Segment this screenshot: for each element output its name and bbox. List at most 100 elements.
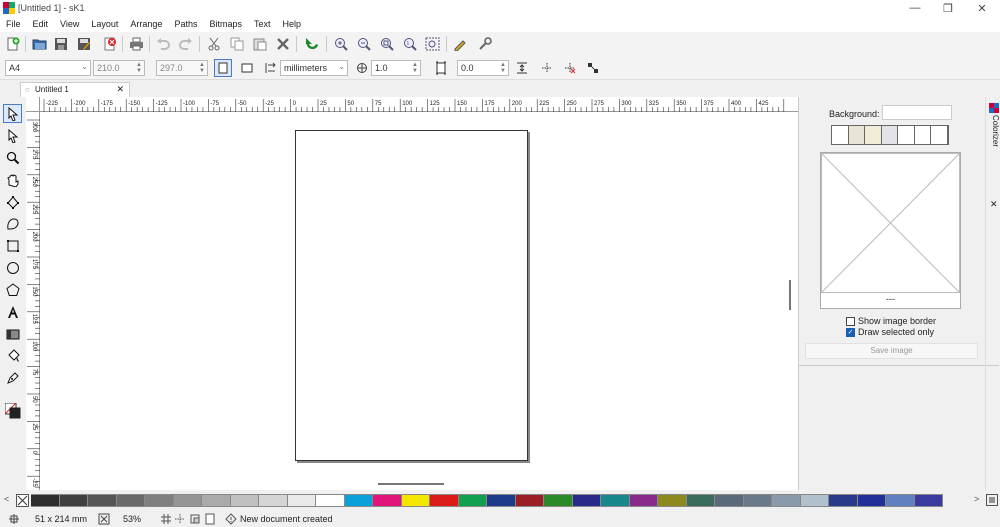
open-icon[interactable] [30, 35, 48, 53]
background-swatch[interactable] [931, 126, 949, 144]
gradient-tool-icon[interactable] [3, 324, 22, 343]
menu-file[interactable]: File [0, 16, 27, 32]
horizontal-ruler[interactable]: -225 -200 -175 -150 -125 -100 -75 -50 -25 0 25 50 75… [40, 97, 798, 112]
undo-icon[interactable] [154, 35, 172, 53]
palette-color-swatch[interactable] [544, 494, 573, 507]
delete-icon[interactable] [274, 35, 292, 53]
palette-color-swatch[interactable] [287, 494, 316, 507]
palette-color-swatch[interactable] [173, 494, 202, 507]
zoom-in-icon[interactable] [332, 35, 350, 53]
page-format-select[interactable]: A4 ⌄ [5, 60, 91, 76]
ellipse-tool-icon[interactable] [3, 258, 22, 277]
palette-color-swatch[interactable] [800, 494, 829, 507]
zoom-out-icon[interactable] [355, 35, 373, 53]
background-color-field[interactable] [882, 105, 952, 120]
menu-bitmaps[interactable]: Bitmaps [203, 16, 248, 32]
page-border-icon[interactable] [432, 59, 450, 77]
palette-color-swatch[interactable] [373, 494, 402, 507]
palette-color-swatch[interactable] [230, 494, 259, 507]
palette-color-swatch[interactable] [259, 494, 288, 507]
background-swatch[interactable] [898, 126, 915, 144]
zoom-selection-icon[interactable] [423, 35, 441, 53]
menu-view[interactable]: View [54, 16, 85, 32]
palette-color-swatch[interactable] [658, 494, 687, 507]
background-swatch[interactable] [848, 126, 866, 144]
tab-close-icon[interactable]: ✕ [116, 83, 124, 96]
palette-color-swatch[interactable] [886, 494, 915, 507]
align-distribute-icon[interactable] [513, 59, 531, 77]
palette-menu-icon[interactable] [986, 494, 998, 506]
draw-selected-option[interactable]: ✓ Draw selected only [846, 327, 934, 337]
palette-color-swatch[interactable] [601, 494, 630, 507]
menu-arrange[interactable]: Arrange [124, 16, 168, 32]
object-snap-icon[interactable] [189, 513, 201, 525]
palette-scroll-left-icon[interactable]: < [4, 494, 9, 504]
ruler-corner[interactable] [26, 97, 40, 112]
pen-tool-icon[interactable] [3, 368, 22, 387]
background-swatch[interactable] [881, 126, 899, 144]
palette-color-swatch[interactable] [686, 494, 715, 507]
grid-snap-icon[interactable] [160, 513, 172, 525]
refresh-icon[interactable] [303, 35, 321, 53]
zoom-status-icon[interactable] [98, 513, 110, 525]
background-swatch[interactable] [865, 126, 882, 144]
no-color-swatch[interactable] [16, 494, 29, 507]
landscape-button[interactable] [238, 59, 256, 77]
close-window-button[interactable]: ✕ [967, 0, 997, 16]
palette-scroll-right-icon[interactable]: > [974, 494, 979, 504]
palette-color-swatch[interactable] [772, 494, 801, 507]
minimize-button[interactable]: — [900, 0, 930, 16]
palette-color-swatch[interactable] [829, 494, 858, 507]
remove-guides-icon[interactable] [561, 59, 579, 77]
polyline-tool-icon[interactable] [3, 192, 22, 211]
palette-color-swatch[interactable] [116, 494, 145, 507]
background-swatch[interactable] [914, 126, 932, 144]
fill-tool-icon[interactable] [3, 346, 22, 365]
paste-icon[interactable] [251, 35, 269, 53]
vertical-scrollbar-thumb[interactable] [789, 280, 791, 310]
palette-color-swatch[interactable] [31, 494, 60, 507]
save-image-button[interactable]: Save image [805, 343, 978, 359]
palette-color-swatch[interactable] [88, 494, 117, 507]
palette-color-swatch[interactable] [914, 494, 943, 507]
palette-color-swatch[interactable] [145, 494, 174, 507]
save-as-icon[interactable] [75, 35, 93, 53]
palette-color-swatch[interactable] [487, 494, 516, 507]
polygon-tool-icon[interactable] [3, 280, 22, 299]
units-select[interactable]: millimeters ⌄ [280, 60, 348, 76]
palette-color-swatch[interactable] [572, 494, 601, 507]
menu-paths[interactable]: Paths [168, 16, 203, 32]
document-page[interactable] [295, 130, 528, 461]
menu-edit[interactable]: Edit [27, 16, 55, 32]
copy-icon[interactable] [228, 35, 246, 53]
rectangle-tool-icon[interactable] [3, 236, 22, 255]
zoom-tool-icon[interactable] [3, 148, 22, 167]
angle-field[interactable]: 0.0 ▲ ▼ [457, 60, 509, 76]
palette-color-swatch[interactable] [458, 494, 487, 507]
close-document-icon[interactable] [101, 35, 119, 53]
page-snap-icon[interactable] [204, 513, 216, 525]
palette-color-swatch[interactable] [401, 494, 430, 507]
tab-untitled-1[interactable]: ○ Untitled 1 ✕ [20, 82, 130, 97]
palette-color-swatch[interactable] [515, 494, 544, 507]
panel-close-icon[interactable]: ✕ [990, 199, 998, 210]
background-swatch[interactable] [832, 126, 849, 144]
curve-tool-icon[interactable] [3, 214, 22, 233]
palette-color-swatch[interactable] [344, 494, 373, 507]
portrait-button[interactable] [214, 59, 232, 77]
save-icon[interactable] [52, 35, 70, 53]
palette-color-swatch[interactable] [202, 494, 231, 507]
show-border-checkbox[interactable] [846, 316, 855, 326]
zoom-fit-icon[interactable] [378, 35, 396, 53]
guide-snap-icon[interactable] [174, 513, 186, 525]
redo-icon[interactable] [177, 35, 195, 53]
palette-color-swatch[interactable] [857, 494, 886, 507]
palette-color-swatch[interactable] [59, 494, 88, 507]
snap-icon[interactable] [584, 59, 602, 77]
print-icon[interactable] [127, 35, 145, 53]
page-width-field[interactable]: 210.0 ▲ ▼ [93, 60, 145, 76]
guides-icon[interactable] [538, 59, 556, 77]
node-tool-icon[interactable] [3, 126, 22, 145]
color-picker-icon[interactable] [451, 35, 469, 53]
palette-color-swatch[interactable] [629, 494, 658, 507]
